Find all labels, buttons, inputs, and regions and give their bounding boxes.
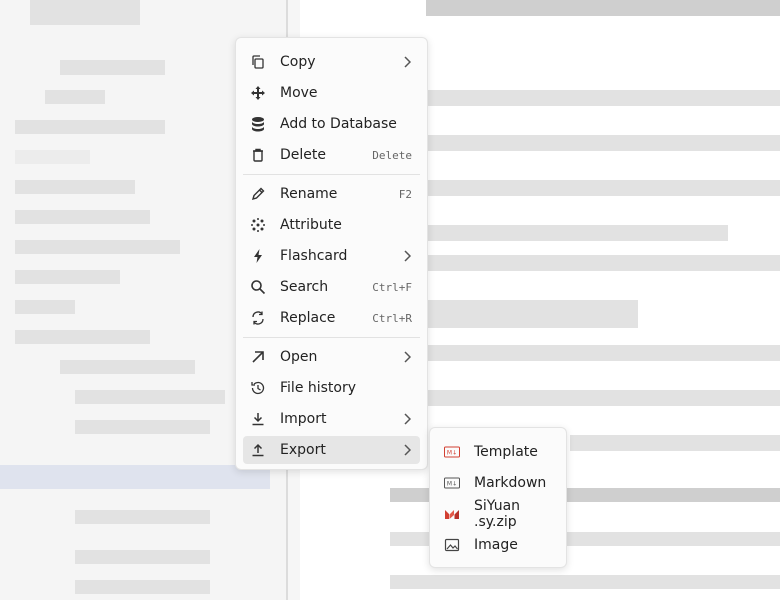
blurred-content: [428, 300, 638, 328]
chevron-right-icon: [402, 250, 412, 262]
menu-item-rename[interactable]: Rename F2: [243, 180, 420, 208]
svg-text:M↓: M↓: [447, 481, 457, 488]
context-menu: Copy Move Add to Database Delete Delete …: [235, 37, 428, 470]
blurred-content: [428, 255, 780, 271]
chevron-right-icon: [402, 351, 412, 363]
siyuan-icon: [444, 506, 460, 522]
image-icon: [444, 537, 460, 553]
export-item-label: Template: [474, 444, 538, 460]
menu-item-search[interactable]: Search Ctrl+F: [243, 273, 420, 301]
blurred-content: [15, 150, 90, 164]
menu-item-replace[interactable]: Replace Ctrl+R: [243, 304, 420, 332]
menu-item-flashcard[interactable]: Flashcard: [243, 242, 420, 270]
menu-item-label: Search: [280, 279, 329, 295]
menu-item-open[interactable]: Open: [243, 343, 420, 371]
blurred-content: [75, 580, 210, 594]
blurred-content: [45, 90, 105, 104]
blurred-selected-row: [0, 465, 270, 489]
blurred-content: [428, 90, 780, 106]
menu-item-attribute[interactable]: Attribute: [243, 211, 420, 239]
export-item-template[interactable]: M↓ Template: [437, 438, 559, 466]
blurred-content: [30, 0, 140, 25]
database-icon: [250, 116, 266, 132]
arrow-up-right-icon: [250, 349, 266, 365]
menu-item-import[interactable]: Import: [243, 405, 420, 433]
chevron-right-icon: [402, 56, 412, 68]
menu-item-label: File history: [280, 380, 357, 396]
menu-separator: [243, 337, 420, 338]
blurred-content: [15, 120, 165, 134]
chevron-right-icon: [402, 444, 412, 456]
blurred-content: [75, 550, 210, 564]
menu-item-label: Delete: [280, 147, 326, 163]
template-icon: M↓: [444, 444, 460, 460]
blurred-content: [15, 210, 150, 224]
export-item-label: Image: [474, 537, 518, 553]
search-icon: [250, 279, 266, 295]
blurred-content: [428, 390, 780, 406]
export-item-image[interactable]: Image: [437, 531, 559, 559]
export-item-label: SiYuan .sy.zip: [474, 498, 521, 530]
menu-item-export[interactable]: Export: [243, 436, 420, 464]
blurred-content: [15, 270, 120, 284]
export-item-label: Markdown: [474, 475, 547, 491]
shortcut-label: Ctrl+F: [372, 280, 412, 294]
menu-item-file-history[interactable]: File history: [243, 374, 420, 402]
history-icon: [250, 380, 266, 396]
blurred-content: [60, 60, 165, 75]
blurred-content: [390, 575, 780, 589]
bolt-icon: [250, 248, 266, 264]
shortcut-label: F2: [398, 187, 412, 201]
blurred-content: [75, 420, 210, 434]
pencil-icon: [250, 186, 266, 202]
menu-item-label: Replace: [280, 310, 336, 326]
trash-icon: [250, 147, 266, 163]
menu-item-label: Add to Database: [280, 116, 397, 132]
export-submenu: M↓ Template M↓ Markdown SiYuan .sy.zip I…: [429, 427, 567, 568]
replace-icon: [250, 310, 266, 326]
blurred-content: [60, 360, 195, 374]
blurred-content: [428, 345, 780, 361]
blurred-content: [15, 180, 135, 194]
menu-item-move[interactable]: Move: [243, 79, 420, 107]
menu-item-label: Attribute: [280, 217, 342, 233]
menu-separator: [243, 174, 420, 175]
chevron-right-icon: [402, 413, 412, 425]
markdown-icon: M↓: [444, 475, 460, 491]
svg-text:M↓: M↓: [447, 450, 457, 457]
menu-item-label: Rename: [280, 186, 338, 202]
import-icon: [250, 411, 266, 427]
shortcut-label: Ctrl+R: [372, 311, 412, 325]
menu-item-label: Open: [280, 349, 318, 365]
blurred-content: [428, 225, 728, 241]
menu-item-label: Import: [280, 411, 327, 427]
copy-icon: [250, 54, 266, 70]
menu-item-label: Flashcard: [280, 248, 348, 264]
menu-item-label: Copy: [280, 54, 316, 70]
menu-item-delete[interactable]: Delete Delete: [243, 141, 420, 169]
attribute-icon: [250, 217, 266, 233]
menu-item-label: Move: [280, 85, 318, 101]
blurred-content: [15, 300, 75, 314]
menu-item-add-to-database[interactable]: Add to Database: [243, 110, 420, 138]
shortcut-label: Delete: [372, 148, 412, 162]
export-item-markdown[interactable]: M↓ Markdown: [437, 469, 559, 497]
blurred-content: [570, 435, 780, 451]
blurred-content: [75, 510, 210, 524]
blurred-content: [428, 180, 780, 196]
blurred-content: [426, 0, 780, 16]
export-icon: [250, 442, 266, 458]
export-item-siyuan[interactable]: SiYuan .sy.zip: [437, 498, 559, 530]
menu-item-label: Export: [280, 442, 326, 458]
move-icon: [250, 85, 266, 101]
menu-item-copy[interactable]: Copy: [243, 48, 420, 76]
blurred-content: [15, 240, 180, 254]
blurred-content: [428, 135, 780, 151]
blurred-content: [15, 330, 150, 344]
blurred-content: [75, 390, 225, 404]
